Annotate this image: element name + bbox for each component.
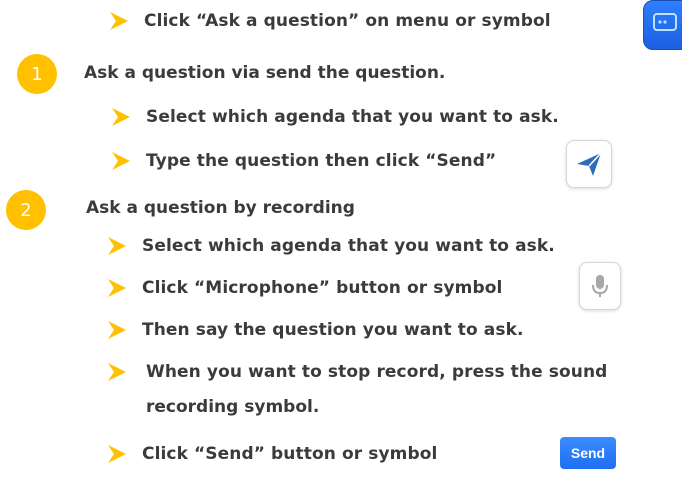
section2-step-1: Select which agenda that you want to ask… xyxy=(106,235,555,257)
section1-step-1: Select which agenda that you want to ask… xyxy=(110,106,559,128)
section2-step-text: When you want to stop record, press the … xyxy=(146,362,608,382)
microphone-icon[interactable] xyxy=(579,262,621,310)
section1-step-text: Type the question then click “Send” xyxy=(146,151,497,171)
section2-step-text: Then say the question you want to ask. xyxy=(142,320,524,340)
chevron-right-icon xyxy=(112,152,130,170)
chat-bubble-icon[interactable] xyxy=(643,0,682,50)
chevron-right-icon xyxy=(112,108,130,126)
chevron-right-icon xyxy=(108,279,126,297)
send-button[interactable]: Send xyxy=(560,437,616,469)
step-number-badge-1: 1 xyxy=(17,54,57,94)
section1-heading: Ask a question via send the question. xyxy=(84,63,446,83)
intro-step-text: Click “Ask a question” on menu or symbol xyxy=(144,11,551,31)
section2-step-3: Then say the question you want to ask. xyxy=(106,319,524,341)
section2-step-4: When you want to stop record, press the … xyxy=(106,361,607,383)
section2-heading: Ask a question by recording xyxy=(86,198,355,218)
section2-step-2: Click “Microphone” button or symbol xyxy=(106,277,502,299)
intro-step: Click “Ask a question” on menu or symbol xyxy=(108,10,551,32)
chevron-right-icon xyxy=(108,237,126,255)
step-number-badge-2: 2 xyxy=(6,190,46,230)
section2-step-text: Select which agenda that you want to ask… xyxy=(142,236,555,256)
section2-step-4-continued: recording symbol. xyxy=(146,397,320,417)
chevron-right-icon xyxy=(108,321,126,339)
section2-step-5: Click “Send” button or symbol xyxy=(106,443,437,465)
section2-step-text: Click “Microphone” button or symbol xyxy=(142,278,503,298)
chevron-right-icon xyxy=(108,363,126,381)
section1-step-text: Select which agenda that you want to ask… xyxy=(146,107,559,127)
section1-step-2: Type the question then click “Send” xyxy=(110,150,496,172)
paper-plane-icon[interactable] xyxy=(566,140,612,188)
chevron-right-icon xyxy=(108,445,126,463)
section2-step-text: Click “Send” button or symbol xyxy=(142,444,438,464)
chevron-right-icon xyxy=(110,12,128,30)
